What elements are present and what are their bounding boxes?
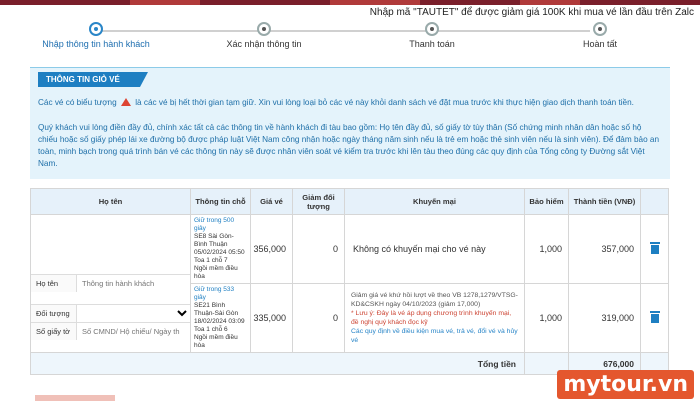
col-promo: Khuyến mại (344, 188, 525, 215)
line-total: 357,000 (568, 214, 641, 284)
expired-ticket-notice: Các vé có biểu tượng là các vé bị hết th… (38, 97, 660, 109)
ticket-table: Họ tên Thông tin chỗ Giá vé Giảm đối tượ… (30, 188, 669, 375)
watermark-logo: mytour.vn (557, 370, 694, 399)
name-label: Họ tên (31, 275, 77, 292)
step-dot-icon (257, 22, 271, 36)
notice-text: là các vé bị hết thời gian tạm giữ. Xin … (135, 98, 634, 107)
col-actions (640, 188, 669, 215)
step-dot-icon (425, 22, 439, 36)
ticket-price: 356,000 (250, 214, 293, 284)
seat-class: Ngồi mềm điều hòa (194, 334, 238, 349)
promo-info: Không có khuyến mại cho vé này (344, 214, 525, 284)
name-field-row: Họ tên (31, 274, 190, 292)
passenger-name-input[interactable] (77, 275, 190, 292)
col-price: Giá vé (250, 188, 293, 215)
step-label: Xác nhận thông tin (226, 39, 302, 49)
delete-ticket-button[interactable] (640, 214, 669, 284)
seat-info: Giữ trong 533 giây SE21 Bình Thuận-Sài G… (190, 283, 251, 353)
step-dot-icon (593, 22, 607, 36)
hold-timer: Giữ trong 533 giây (194, 286, 235, 301)
promo-note: * Lưu ý: Đây là vé áp dụng chương trình … (351, 310, 512, 326)
notice-text: Các vé có biểu tượng (38, 98, 117, 107)
id-field-row: Số giấy tờ (31, 322, 190, 340)
col-insurance: Bảo hiểm (524, 188, 569, 215)
promo-description: Giảm giá vé khứ hồi lượt về theo VB 1278… (351, 292, 518, 308)
step-dot-icon (89, 22, 103, 36)
promo-banner-text: Nhập mã "TAUTET" để được giảm giá 100K k… (369, 7, 694, 18)
total-label: Tổng tiền (30, 352, 525, 375)
train-route: SE8 Sài Gòn-Bình Thuận (194, 233, 234, 248)
car-seat: Toa 1 chỗ 7 (194, 257, 228, 264)
discount-value: 0 (292, 214, 345, 284)
progress-stepper: Nhập thông tin hành khách Xác nhận thông… (0, 22, 700, 52)
id-label: Số giấy tờ (31, 323, 77, 340)
col-discount: Giảm đối tượng (292, 188, 345, 215)
ticket-price: 335,000 (250, 283, 293, 353)
line-total: 319,000 (568, 283, 641, 353)
trash-icon (649, 311, 660, 323)
step-complete: Hoàn tất (520, 22, 680, 49)
car-seat: Toa 1 chỗ 6 (194, 326, 228, 333)
discount-value: 0 (292, 283, 345, 353)
passenger-type-select[interactable] (77, 305, 190, 322)
footer-text-partial (35, 395, 115, 401)
promo-info: Giảm giá vé khứ hồi lượt về theo VB 1278… (344, 283, 525, 353)
type-field-row: Đối tượng (31, 304, 190, 322)
col-seat: Thông tin chỗ (190, 188, 251, 215)
col-total: Thành tiền (VNĐ) (568, 188, 641, 215)
type-label: Đối tượng (31, 305, 77, 322)
step-confirm: Xác nhận thông tin (184, 22, 344, 49)
step-label: Nhập thông tin hành khách (42, 39, 150, 49)
step-payment: Thanh toán (352, 22, 512, 49)
passenger-fields-cell: Họ tên Đối tượng Số giấy tờ (30, 214, 191, 353)
col-name: Họ tên (30, 188, 191, 215)
departure-time: 18/02/2024 03:09 (194, 318, 245, 325)
seat-info: Giữ trong 500 giây SE8 Sài Gòn-Bình Thuậ… (190, 214, 251, 284)
delete-ticket-button[interactable] (640, 283, 669, 353)
hold-timer: Giữ trong 500 giây (194, 217, 235, 232)
cart-info-panel: THÔNG TIN GIỎ VÉ Các vé có biểu tượng là… (30, 67, 670, 179)
step-passenger-info: Nhập thông tin hành khách (16, 22, 176, 49)
step-label: Hoàn tất (582, 39, 618, 49)
seat-class: Ngồi mềm điều hòa (194, 265, 238, 280)
id-number-input[interactable] (77, 323, 190, 340)
step-label: Thanh toán (409, 39, 455, 49)
table-header-row: Họ tên Thông tin chỗ Giá vé Giảm đối tượ… (30, 188, 669, 215)
warning-icon (120, 98, 131, 106)
cart-section-title: THÔNG TIN GIỎ VÉ (38, 72, 148, 87)
insurance-value: 1,000 (524, 214, 569, 284)
insurance-value: 1,000 (524, 283, 569, 353)
table-row: Họ tên Đối tượng Số giấy tờ Giữ trong 50 (30, 214, 669, 353)
passenger-info-notice: Quý khách vui lòng điền đầy đủ, chính xá… (38, 123, 659, 168)
train-route: SE21 Bình Thuận-Sài Gòn (194, 302, 239, 317)
departure-time: 05/02/2024 05:50 (194, 249, 245, 256)
trash-icon (649, 242, 660, 254)
promo-rules-link[interactable]: Các quy định về điều kiện mua vé, trả vé… (351, 327, 518, 345)
top-banner-strip (0, 0, 700, 5)
